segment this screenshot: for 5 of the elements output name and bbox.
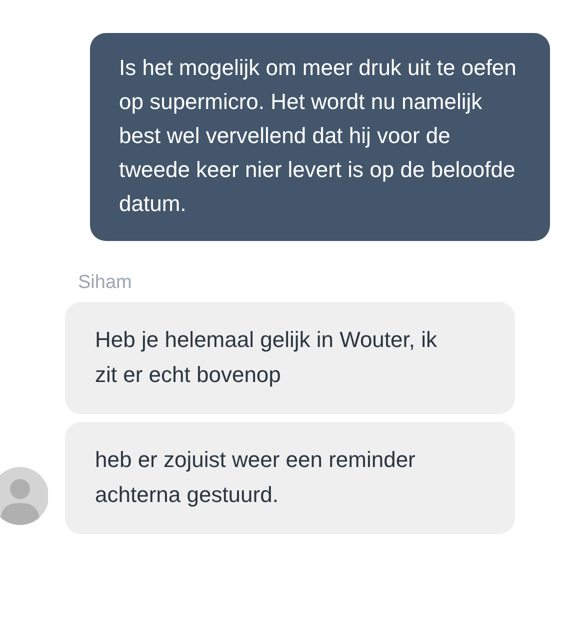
sender-name: Siham [78, 271, 133, 295]
sent-message: Is het mogelijk om meer druk uit te oefen op supermicro. Het wordt nu namelijk best wel vervellend dat hij voor de tweede keer nier levert is op de beloofde datum. [90, 33, 550, 241]
received-message: Heb je helemaal gelijk in Wouter, ik zit er echt bovenop [65, 302, 515, 414]
received-message: heb er zojuist weer een reminder achterna gestuurd. [65, 422, 515, 534]
avatar-icon [0, 467, 48, 525]
